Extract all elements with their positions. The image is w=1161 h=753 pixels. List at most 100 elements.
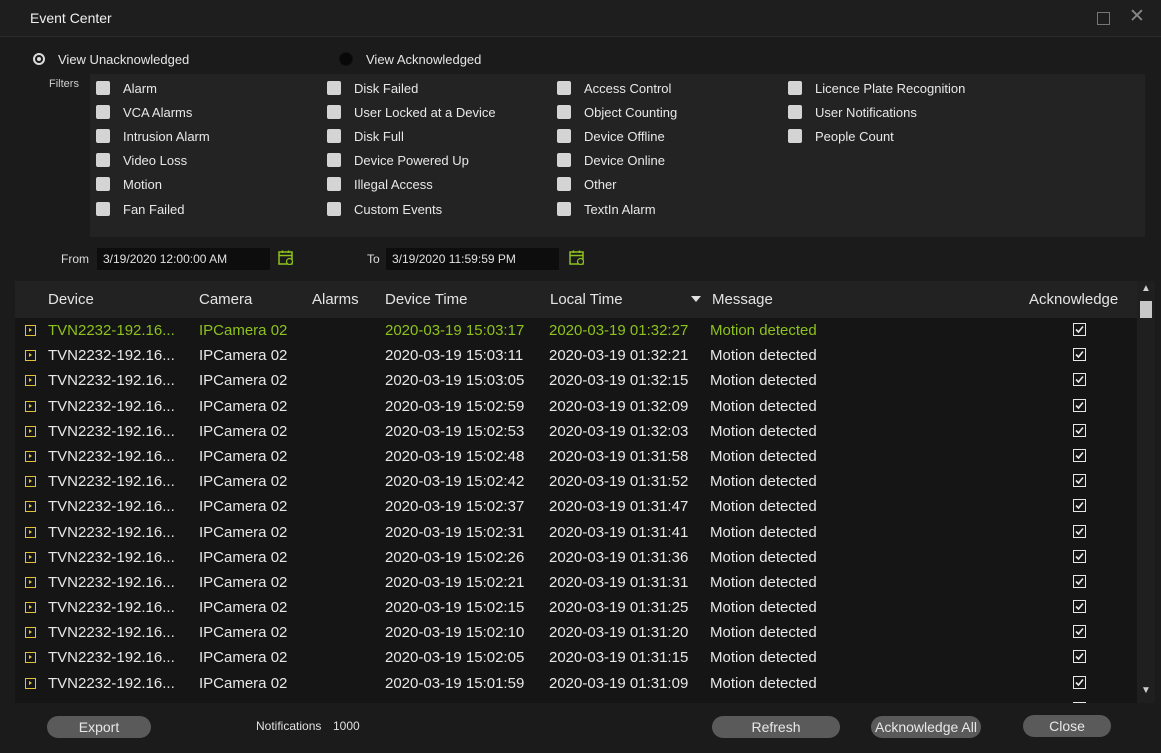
checkbox[interactable]	[788, 105, 802, 119]
column-acknowledge[interactable]: Acknowledge	[1029, 291, 1118, 308]
close-icon[interactable]: ✕	[1128, 6, 1146, 28]
table-row[interactable]: TVN2232-192.16... IPCamera 02 2020-03-19 1…	[15, 520, 1137, 545]
table-row[interactable]: TVN2232-192.16... IPCamera 02 2020-03-19 1…	[15, 570, 1137, 595]
checkbox[interactable]	[327, 202, 341, 216]
table-row[interactable]: TVN2232-192.16... IPCamera 02 2020-03-19 1…	[15, 444, 1137, 469]
filter-other[interactable]: Other	[557, 175, 617, 193]
table-row[interactable]: TVN2232-192.16... IPCamera 02 2020-03-19 1…	[15, 595, 1137, 620]
table-row[interactable]: TVN2232-192.16... IPCamera 02 2020-03-19 1…	[15, 469, 1137, 494]
filter-user-notifications[interactable]: User Notifications	[788, 103, 917, 121]
filter-textin-alarm[interactable]: TextIn Alarm	[557, 200, 656, 218]
acknowledge-checkbox[interactable]	[1073, 398, 1086, 412]
from-date-field[interactable]: 3/19/2020 12:00:00 AM	[97, 248, 270, 270]
checkbox[interactable]	[788, 129, 802, 143]
checkbox[interactable]	[96, 153, 110, 167]
play-icon[interactable]	[25, 652, 36, 664]
play-icon[interactable]	[25, 526, 36, 538]
maximize-icon[interactable]	[1097, 12, 1110, 25]
view-unacknowledged-option[interactable]: View Unacknowledged	[33, 50, 189, 68]
filter-video-loss[interactable]: Video Loss	[96, 151, 187, 169]
column-local-time[interactable]: Local Time	[550, 291, 623, 308]
view-acknowledged-option[interactable]: View Acknowledged	[339, 50, 481, 68]
checkbox[interactable]	[96, 177, 110, 191]
scroll-up-icon[interactable]: ▲	[1141, 284, 1151, 294]
to-date-field[interactable]: 3/19/2020 11:59:59 PM	[386, 248, 559, 270]
table-row[interactable]: TVN2232-192.16... IPCamera 02 2020-03-19 1…	[15, 343, 1137, 368]
filter-device-offline[interactable]: Device Offline	[557, 127, 665, 145]
checkbox[interactable]	[557, 129, 571, 143]
play-icon[interactable]	[25, 400, 36, 412]
play-icon[interactable]	[25, 677, 36, 689]
table-row[interactable]: TVN2232-192.16... IPCamera 02 2020-03-19 1…	[15, 645, 1137, 670]
play-icon[interactable]	[25, 551, 36, 563]
acknowledge-checkbox[interactable]	[1073, 423, 1086, 437]
filter-alarm[interactable]: Alarm	[96, 79, 157, 97]
radio-selected-icon[interactable]	[33, 53, 45, 65]
sort-desc-icon[interactable]	[691, 296, 701, 302]
table-row[interactable]: TVN2232-192.16... IPCamera 02 2020-03-19 1…	[15, 494, 1137, 519]
table-row[interactable]: TVN2232-192.16... IPCamera 02 2020-03-19 1…	[15, 419, 1137, 444]
column-device-time[interactable]: Device Time	[385, 291, 468, 308]
filter-vca-alarms[interactable]: VCA Alarms	[96, 103, 192, 121]
play-icon[interactable]	[25, 602, 36, 614]
filter-illegal-access[interactable]: Illegal Access	[327, 175, 433, 193]
calendar-icon[interactable]	[277, 249, 295, 267]
filter-fan-failed[interactable]: Fan Failed	[96, 200, 184, 218]
play-icon[interactable]	[25, 576, 36, 588]
column-alarms[interactable]: Alarms	[312, 291, 359, 308]
close-button[interactable]: Close	[1023, 715, 1111, 737]
acknowledge-checkbox[interactable]	[1073, 675, 1086, 689]
filter-device-powered-up[interactable]: Device Powered Up	[327, 151, 469, 169]
play-icon[interactable]	[25, 450, 36, 462]
radio-unselected-icon[interactable]	[339, 52, 353, 66]
acknowledge-checkbox[interactable]	[1073, 373, 1086, 387]
acknowledge-checkbox[interactable]	[1073, 549, 1086, 563]
acknowledge-checkbox[interactable]	[1073, 323, 1086, 336]
filter-disk-failed[interactable]: Disk Failed	[327, 79, 418, 97]
checkbox[interactable]	[557, 105, 571, 119]
filter-licence-plate[interactable]: Licence Plate Recognition	[788, 79, 965, 97]
checkbox[interactable]	[788, 81, 802, 95]
acknowledge-all-button[interactable]: Acknowledge All	[871, 716, 981, 738]
acknowledge-checkbox[interactable]	[1073, 524, 1086, 538]
scroll-thumb[interactable]	[1140, 301, 1152, 318]
checkbox[interactable]	[557, 202, 571, 216]
checkbox[interactable]	[557, 81, 571, 95]
checkbox[interactable]	[96, 81, 110, 95]
play-icon[interactable]	[25, 627, 36, 639]
checkbox[interactable]	[327, 81, 341, 95]
acknowledge-checkbox[interactable]	[1073, 650, 1086, 664]
column-message[interactable]: Message	[712, 291, 773, 308]
play-icon[interactable]	[25, 425, 36, 437]
checkbox[interactable]	[327, 105, 341, 119]
filter-motion[interactable]: Motion	[96, 175, 162, 193]
filter-object-counting[interactable]: Object Counting	[557, 103, 677, 121]
export-button[interactable]: Export	[47, 716, 151, 738]
play-icon[interactable]	[25, 375, 36, 387]
scroll-down-icon[interactable]: ▼	[1141, 686, 1151, 696]
filter-people-count[interactable]: People Count	[788, 127, 894, 145]
play-icon[interactable]	[25, 325, 36, 336]
acknowledge-checkbox[interactable]	[1073, 499, 1086, 513]
checkbox[interactable]	[557, 177, 571, 191]
filter-custom-events[interactable]: Custom Events	[327, 200, 442, 218]
column-device[interactable]: Device	[48, 291, 94, 308]
acknowledge-checkbox[interactable]	[1073, 600, 1086, 614]
acknowledge-checkbox[interactable]	[1073, 448, 1086, 462]
acknowledge-checkbox[interactable]	[1073, 574, 1086, 588]
acknowledge-checkbox[interactable]	[1073, 474, 1086, 488]
checkbox[interactable]	[327, 177, 341, 191]
table-row[interactable]: TVN2232-192.16... IPCamera 02 2020-03-19 1…	[15, 394, 1137, 419]
checkbox[interactable]	[96, 129, 110, 143]
filter-user-locked[interactable]: User Locked at a Device	[327, 103, 496, 121]
checkbox[interactable]	[327, 153, 341, 167]
filter-disk-full[interactable]: Disk Full	[327, 127, 404, 145]
play-icon[interactable]	[25, 350, 36, 362]
vertical-scrollbar[interactable]: ▲ ▼	[1137, 281, 1155, 703]
play-icon[interactable]	[25, 501, 36, 513]
acknowledge-checkbox[interactable]	[1073, 625, 1086, 639]
checkbox[interactable]	[557, 153, 571, 167]
table-row[interactable]: TVN2232-192.16... IPCamera 02 2020-03-19 1…	[15, 368, 1137, 393]
table-row[interactable]: TVN2232-192.16... IPCamera 02 2020-03-19 1…	[15, 620, 1137, 645]
checkbox[interactable]	[96, 202, 110, 216]
